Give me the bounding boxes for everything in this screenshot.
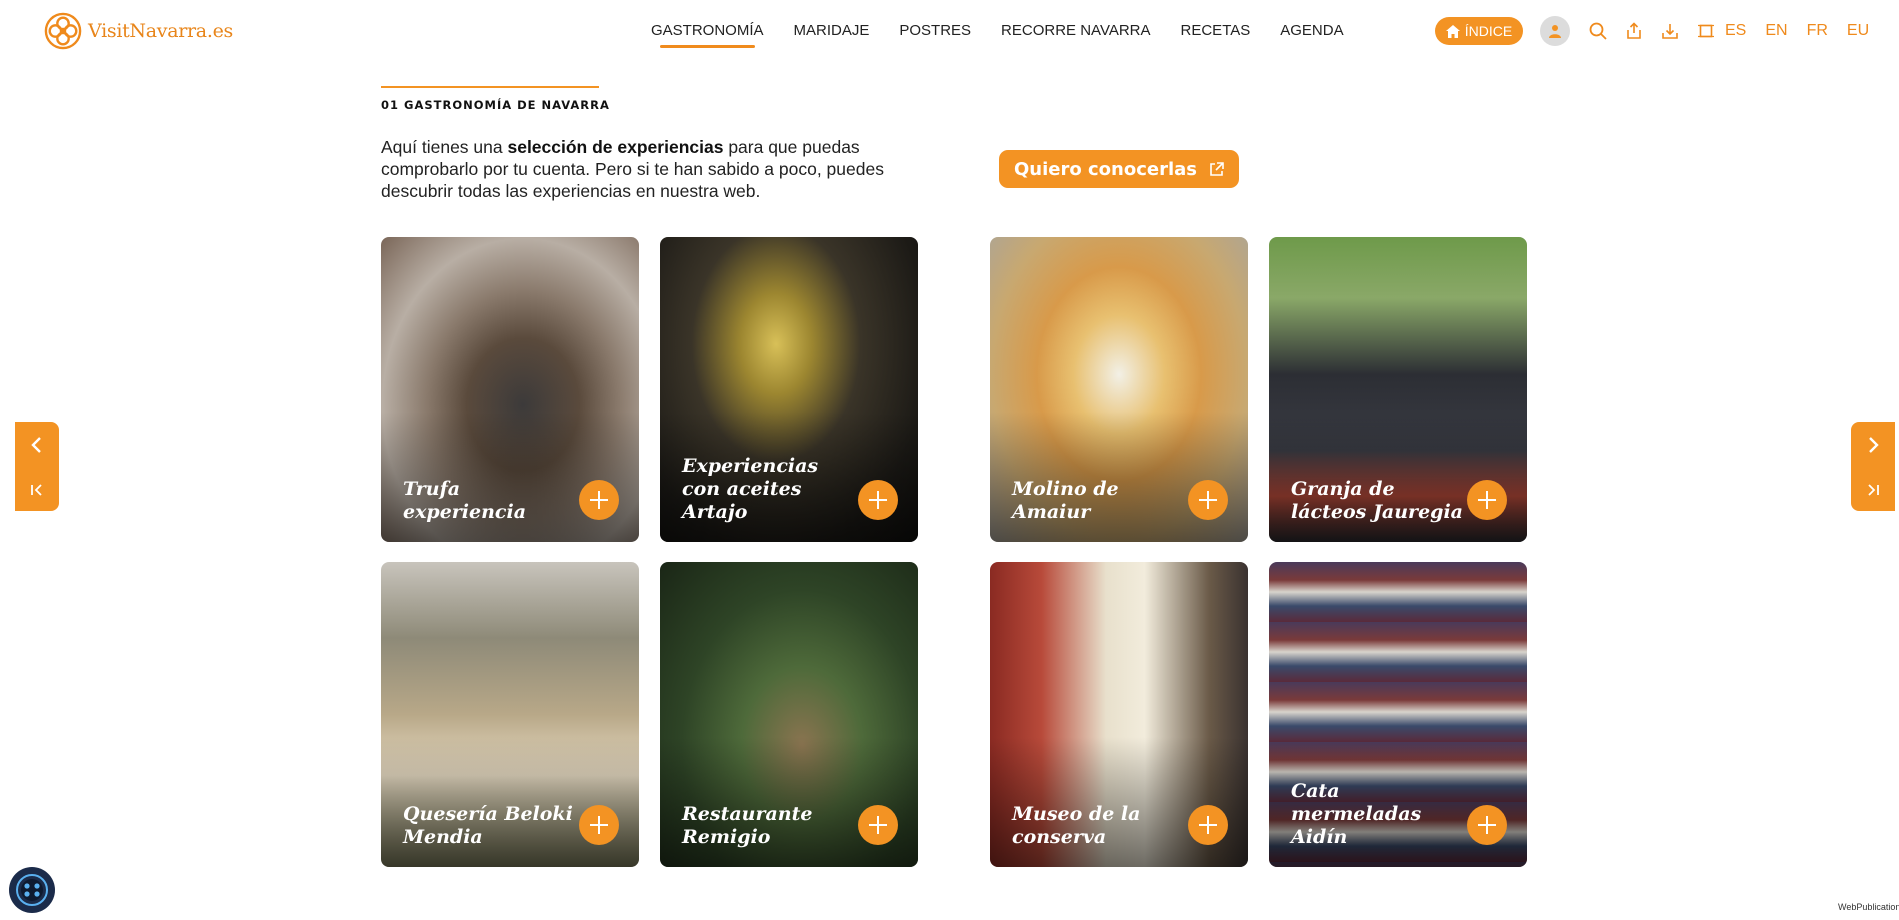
card-title: Cata mermeladas Aidín	[1291, 780, 1422, 848]
card-plus-button[interactable]	[1188, 480, 1228, 520]
nav-recetas[interactable]: RECETAS	[1181, 22, 1251, 45]
experience-card[interactable]: Museo de la conserva	[990, 562, 1248, 867]
intro-paragraph: Aquí tienes una selección de experiencia…	[381, 136, 931, 202]
card-plus-button[interactable]	[1188, 805, 1228, 845]
accessibility-button[interactable]	[9, 867, 55, 913]
user-icon	[1549, 25, 1561, 38]
accessibility-icon	[16, 874, 48, 906]
language-switcher: ES EN FR EU	[1725, 22, 1869, 40]
plus-icon	[1199, 491, 1217, 509]
quiero-conocerlas-button[interactable]: Quiero conocerlas	[999, 150, 1239, 188]
share-icon	[1627, 22, 1641, 39]
card-title: Molino de Amaiur	[1012, 478, 1119, 523]
logo-text: VisitNavarra.es	[88, 20, 233, 42]
card-title: Restaurante Remigio	[682, 803, 813, 848]
nav-postres[interactable]: POSTRES	[899, 22, 971, 45]
first-page-icon[interactable]	[29, 483, 45, 497]
card-title: Granja de lácteos Jauregia	[1291, 478, 1463, 523]
user-avatar[interactable]	[1540, 16, 1570, 46]
plus-icon	[590, 816, 608, 834]
download-button[interactable]	[1658, 19, 1682, 43]
card-title: Trufa experiencia	[403, 478, 527, 523]
nav-recorre-navarra[interactable]: RECORRE NAVARRA	[1001, 22, 1150, 45]
lang-fr[interactable]: FR	[1807, 22, 1828, 40]
chevron-right-icon[interactable]	[1865, 436, 1881, 454]
main-nav: GASTRONOMÍA MARIDAJE POSTRES RECORRE NAV…	[651, 22, 1374, 48]
experience-card[interactable]: Granja de lácteos Jauregia	[1269, 237, 1527, 542]
card-plus-button[interactable]	[579, 480, 619, 520]
last-page-icon[interactable]	[1865, 483, 1881, 497]
card-title: Experiencias con aceites Artajo	[682, 455, 819, 523]
fullscreen-button[interactable]	[1694, 19, 1718, 43]
card-title: Museo de la conserva	[1012, 803, 1141, 848]
plus-icon	[1478, 491, 1496, 509]
card-plus-button[interactable]	[1467, 805, 1507, 845]
chevron-left-icon[interactable]	[29, 436, 45, 454]
intro-text-start: Aquí tienes una	[381, 137, 508, 157]
cta-label: Quiero conocerlas	[1013, 158, 1197, 180]
card-plus-button[interactable]	[579, 805, 619, 845]
lang-en[interactable]: EN	[1765, 22, 1787, 40]
experience-card[interactable]: Molino de Amaiur	[990, 237, 1248, 542]
card-title: Quesería Beloki Mendia	[403, 803, 573, 848]
search-button[interactable]	[1586, 19, 1610, 43]
plus-icon	[869, 491, 887, 509]
footer-credit: WebPublication	[1838, 902, 1899, 912]
card-plus-button[interactable]	[858, 805, 898, 845]
share-button[interactable]	[1622, 19, 1646, 43]
home-icon	[1445, 24, 1460, 38]
index-button-label: ÍNDICE	[1464, 23, 1513, 39]
previous-page-control	[15, 422, 59, 511]
section-divider	[381, 86, 599, 88]
fullscreen-icon	[1698, 24, 1714, 38]
experience-card[interactable]: Trufa experiencia	[381, 237, 639, 542]
download-icon	[1662, 24, 1678, 39]
plus-icon	[590, 491, 608, 509]
section-title: 01 GASTRONOMÍA DE NAVARRA	[381, 98, 610, 112]
plus-icon	[1478, 816, 1496, 834]
experience-card[interactable]: Quesería Beloki Mendia	[381, 562, 639, 867]
experience-card[interactable]: Cata mermeladas Aidín	[1269, 562, 1527, 867]
lang-eu[interactable]: EU	[1847, 22, 1869, 40]
nav-gastronomia[interactable]: GASTRONOMÍA	[651, 22, 764, 48]
nav-maridaje[interactable]: MARIDAJE	[794, 22, 870, 45]
card-plus-button[interactable]	[858, 480, 898, 520]
site-header: VisitNavarra.es GASTRONOMÍA MARIDAJE POS…	[0, 0, 1899, 62]
external-link-icon	[1210, 161, 1224, 176]
experience-card[interactable]: Experiencias con aceites Artajo	[660, 237, 918, 542]
index-button[interactable]: ÍNDICE	[1435, 17, 1523, 45]
logo-flower-icon	[44, 12, 82, 50]
intro-text-bold: selección de experiencias	[507, 137, 724, 157]
search-icon	[1589, 22, 1607, 40]
experience-card[interactable]: Restaurante Remigio	[660, 562, 918, 867]
plus-icon	[869, 816, 887, 834]
card-plus-button[interactable]	[1467, 480, 1507, 520]
next-page-control	[1851, 422, 1895, 511]
lang-es[interactable]: ES	[1725, 22, 1746, 40]
site-logo[interactable]: VisitNavarra.es	[44, 12, 233, 50]
plus-icon	[1199, 816, 1217, 834]
nav-agenda[interactable]: AGENDA	[1280, 22, 1343, 45]
